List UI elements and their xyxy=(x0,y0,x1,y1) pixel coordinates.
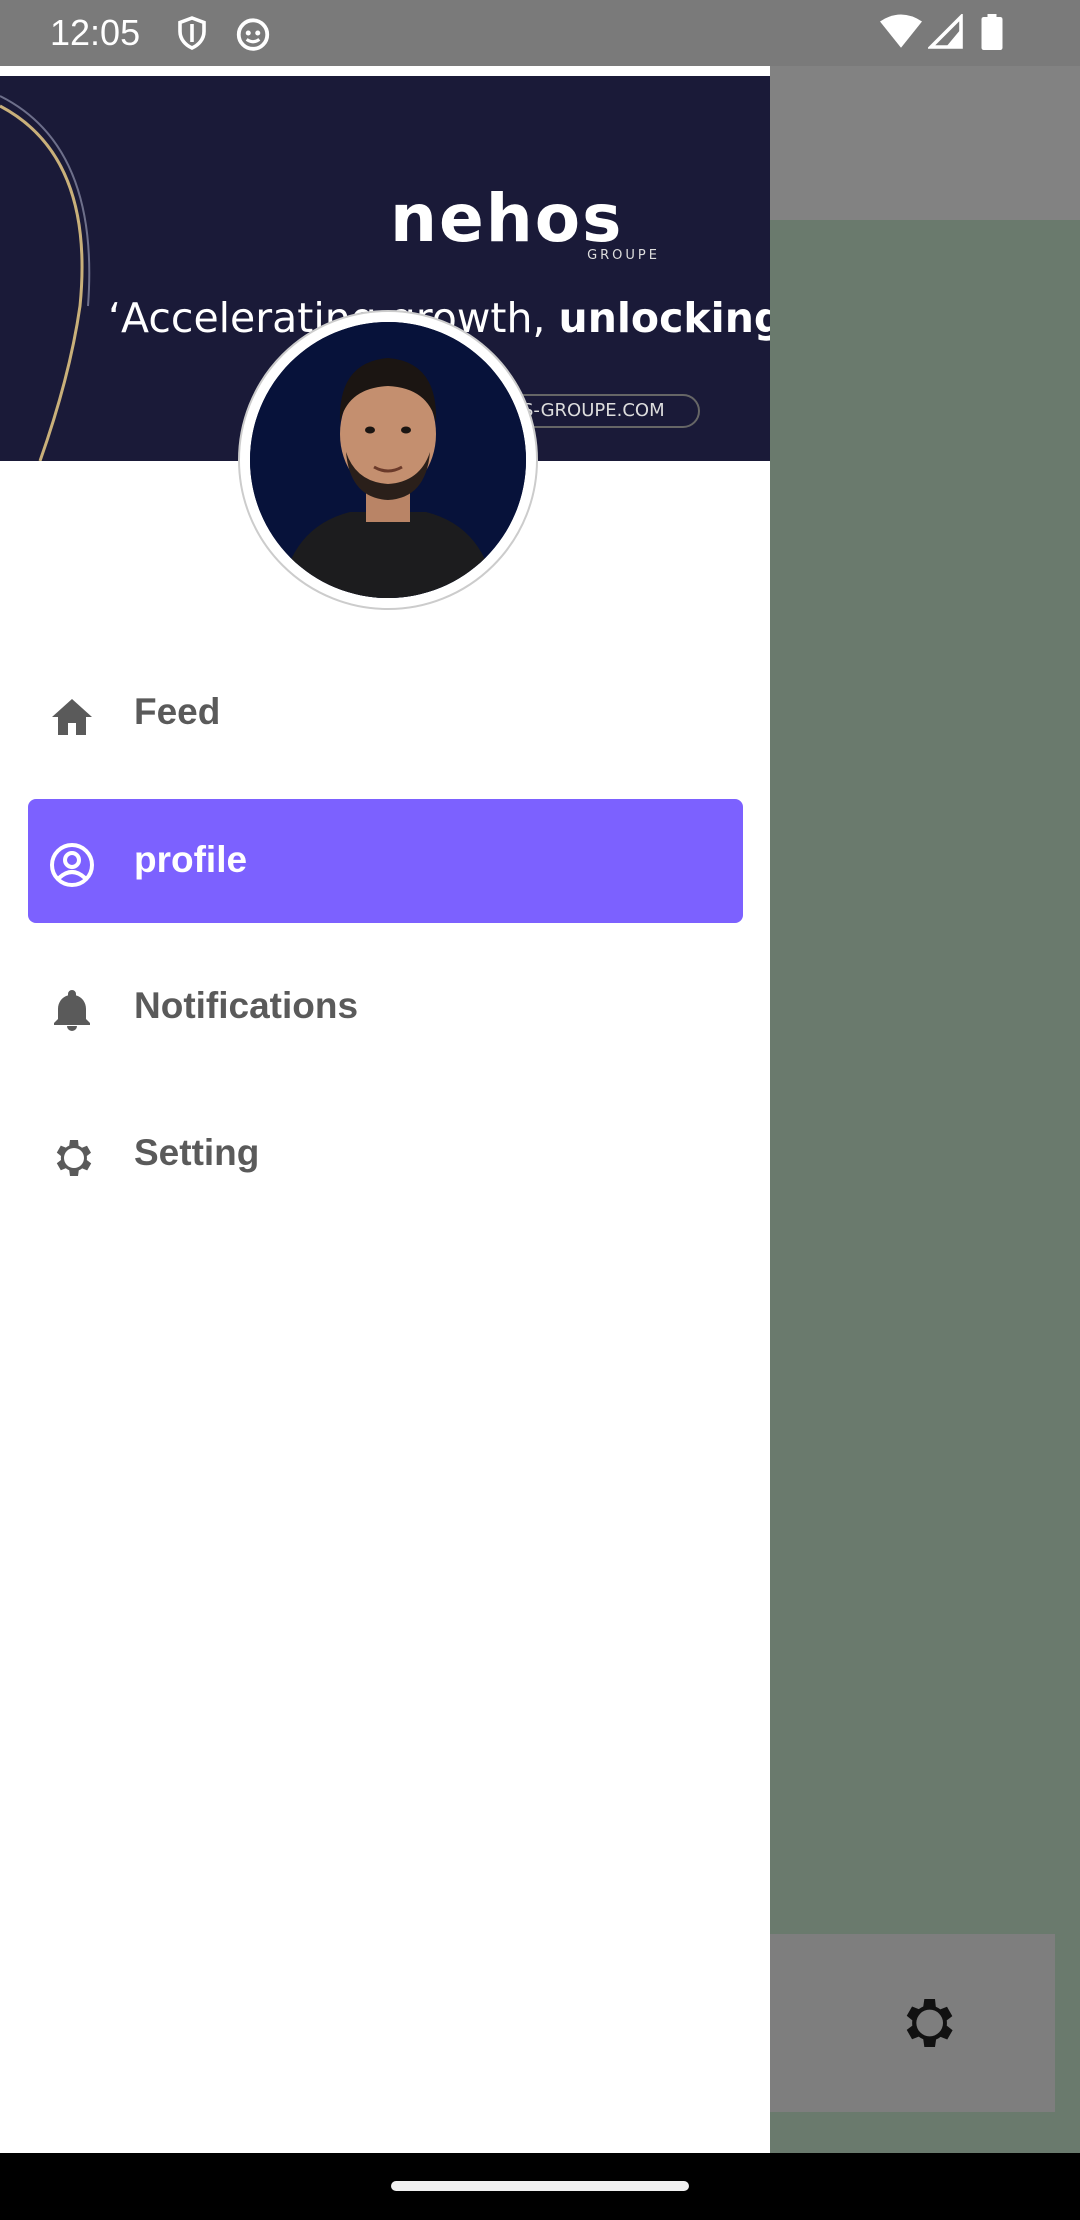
menu-item-notifications[interactable]: Notifications xyxy=(28,945,743,1069)
home-gesture-handle[interactable] xyxy=(391,2181,689,2191)
status-bar: 12:05 xyxy=(0,0,1080,66)
tagline-bold: unlocking p xyxy=(558,294,771,342)
account-circle-icon xyxy=(50,843,94,887)
signal-icon xyxy=(928,14,963,49)
menu-item-feed[interactable]: Feed xyxy=(28,651,743,775)
menu-item-label: Feed xyxy=(134,691,221,732)
avatar-photo xyxy=(250,322,526,598)
brand-sub: GROUPE xyxy=(587,248,660,263)
shield-icon xyxy=(178,16,206,50)
cat-icon xyxy=(236,18,270,51)
brand-wordmark: nehos xyxy=(390,180,624,257)
brand-logo: nehos GROUPE xyxy=(390,186,670,266)
system-nav-bar xyxy=(0,2153,1080,2220)
person-photo xyxy=(250,322,526,598)
menu-item-label: Notifications xyxy=(134,985,359,1026)
gear-icon[interactable] xyxy=(895,1991,959,2055)
navigation-drawer: nehos GROUPE ‘Accelerating growth, unloc… xyxy=(0,66,770,2153)
menu-item-setting[interactable]: Setting xyxy=(28,1092,743,1216)
banner-swoosh xyxy=(0,95,91,461)
avatar[interactable] xyxy=(238,310,538,610)
drawer-top-edge xyxy=(0,66,770,76)
home-icon xyxy=(52,699,92,735)
status-time: 12:05 xyxy=(50,12,141,53)
menu-item-label: profile xyxy=(134,839,248,880)
wifi-icon xyxy=(880,14,922,48)
battery-icon xyxy=(981,14,1003,50)
menu-item-label: Setting xyxy=(134,1132,260,1173)
gear-icon xyxy=(56,1140,92,1176)
menu-item-profile[interactable]: profile xyxy=(28,799,743,923)
bell-icon xyxy=(54,990,90,1031)
